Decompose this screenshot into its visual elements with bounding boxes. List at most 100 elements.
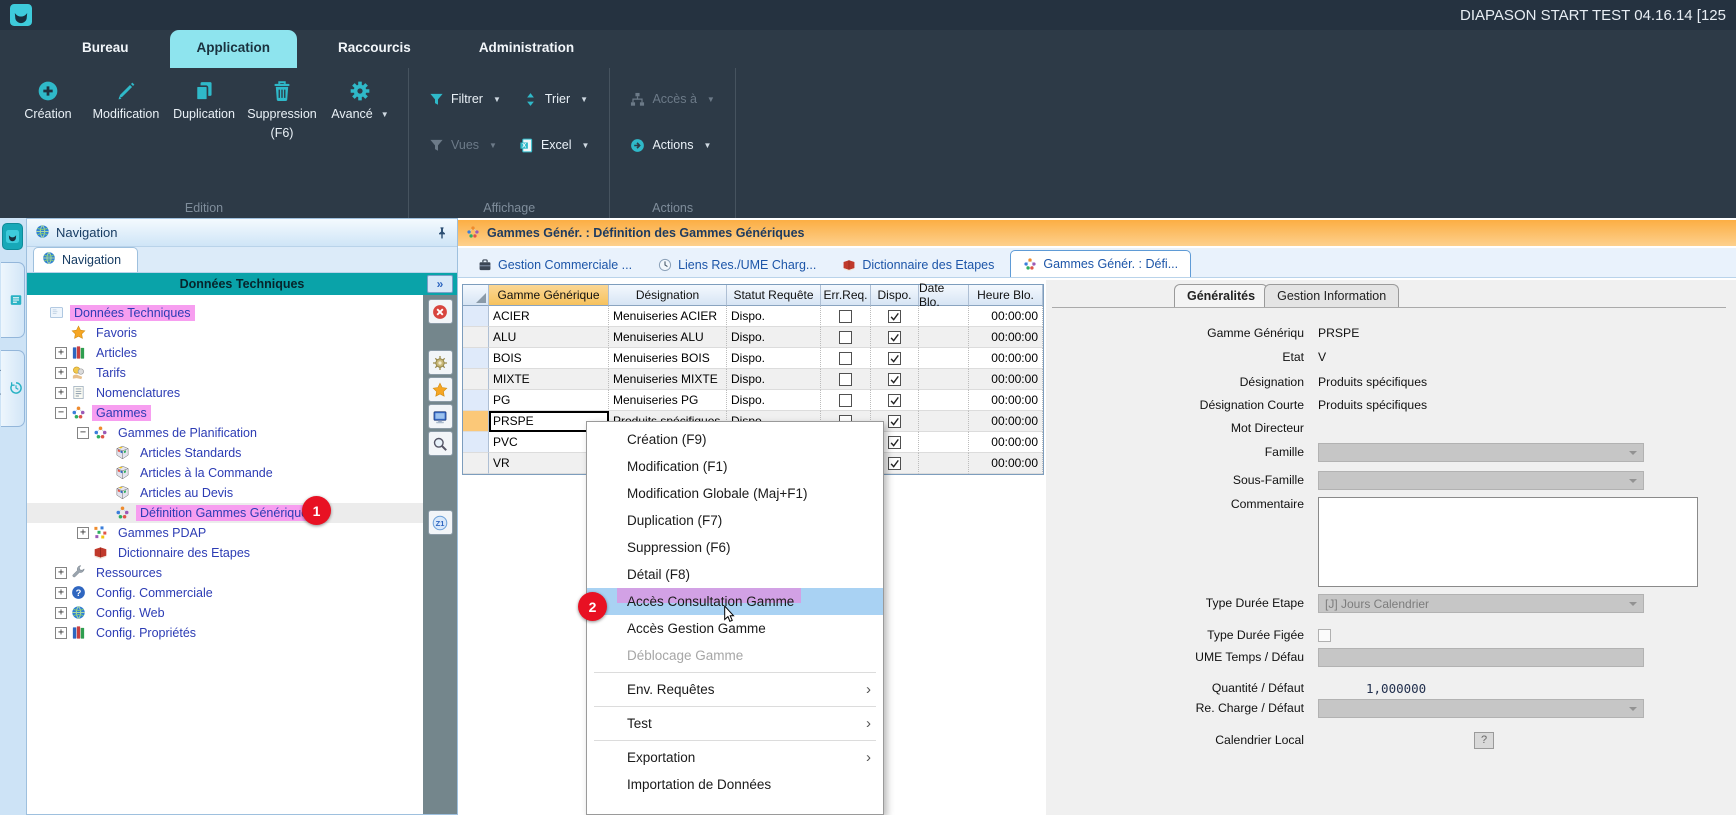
trier-button[interactable]: Trier▼ [515,86,596,112]
tree-expander[interactable]: + [55,607,67,619]
close-button[interactable] [428,299,453,324]
tree-expander[interactable]: + [55,367,67,379]
cell-heure-blo[interactable]: 00:00:00 [969,327,1043,348]
tree-expander[interactable]: + [55,387,67,399]
checkbox-checked[interactable] [888,373,901,386]
menu-item-test[interactable]: Test› [587,710,883,737]
search-button[interactable] [428,431,453,456]
tree-expander[interactable]: − [77,427,89,439]
row-selector[interactable] [463,369,489,390]
column-header-err-req[interactable]: Err.Req. [821,285,871,306]
menu-item-modification-f1[interactable]: Modification (F1) [587,453,883,480]
ribbon-tab-application[interactable]: Application [170,30,298,68]
tree-item-articles[interactable]: + Articles [27,343,423,363]
cell-statut[interactable]: Dispo. [727,348,821,369]
row-selector[interactable] [463,453,489,474]
workstation-button[interactable] [428,404,453,429]
ribbon-tab-administration[interactable]: Administration [452,30,601,68]
cell-gamme[interactable]: MIXTE [489,369,609,390]
cell-statut[interactable]: Dispo. [727,327,821,348]
type-duree-figee-checkbox[interactable] [1318,629,1331,642]
row-selector[interactable] [463,348,489,369]
tab-navigation[interactable]: Navigation [33,247,138,272]
tree-item-tarifs[interactable]: + Tarifs [27,363,423,383]
row-selector[interactable] [463,432,489,453]
commentaire-textarea[interactable] [1318,497,1698,587]
tree-item-donnees-techniques[interactable]: Données Techniques [27,303,423,323]
cell-designation[interactable]: Menuiseries MIXTE [609,369,727,390]
table-row[interactable]: ACIER Menuiseries ACIER Dispo. 00:00:00 [463,306,1043,327]
tree-item-ressources[interactable]: + Ressources [27,563,423,583]
cell-heure-blo[interactable]: 00:00:00 [969,348,1043,369]
menu-item-suppression-f6[interactable]: Suppression (F6) [587,534,883,561]
side-tab-historique[interactable]: Historique [1,350,25,426]
cell-date-blo[interactable] [919,306,969,327]
tree-item-definition-gammes-generiques[interactable]: Définition Gammes Génériques [27,503,423,523]
checkbox[interactable] [839,373,852,386]
doc-tab-dictionnaire-des-etapes[interactable]: Dictionnaire des Etapes [832,253,1004,277]
pin-icon[interactable] [435,226,449,240]
tree-expander[interactable]: + [55,347,67,359]
tree-item-favoris[interactable]: Favoris [27,323,423,343]
calendrier-local-help-button[interactable]: ? [1474,732,1494,749]
settings-button[interactable] [428,350,453,375]
table-row[interactable]: BOIS Menuiseries BOIS Dispo. 00:00:00 [463,348,1043,369]
table-row[interactable]: PG Menuiseries PG Dispo. 00:00:00 [463,390,1043,411]
doc-tab-gammes-gener-defi[interactable]: Gammes Génér. : Défi... [1010,250,1191,277]
tree-expander[interactable]: + [55,627,67,639]
detail-tab-gestion-information[interactable]: Gestion Information [1264,284,1399,307]
ume-temps-defau-input[interactable] [1318,648,1644,667]
menu-item-detail-f8[interactable]: Détail (F8) [587,561,883,588]
ribbon-tab-raccourcis[interactable]: Raccourcis [311,30,438,68]
cell-date-blo[interactable] [919,348,969,369]
actions-button[interactable]: Actions▼ [622,132,719,158]
cell-date-blo[interactable] [919,390,969,411]
avance-button[interactable]: Avancé▼ [324,68,396,140]
cell-date-blo[interactable] [919,411,969,432]
cell-gamme[interactable]: ACIER [489,306,609,327]
checkbox-checked[interactable] [888,415,901,428]
tree-item-gammes-de-planification[interactable]: − Gammes de Planification [27,423,423,443]
cell-gamme[interactable]: BOIS [489,348,609,369]
cell-date-blo[interactable] [919,432,969,453]
cell-gamme[interactable]: ALU [489,327,609,348]
cell-statut[interactable]: Dispo. [727,369,821,390]
checkbox-checked[interactable] [888,436,901,449]
table-row[interactable]: ALU Menuiseries ALU Dispo. 00:00:00 [463,327,1043,348]
tree-item-config-commerciale[interactable]: +? Config. Commerciale [27,583,423,603]
excel-button[interactable]: X Excel▼ [511,132,598,158]
menu-item-modification-globale-maj-f1[interactable]: Modification Globale (Maj+F1) [587,480,883,507]
tree-item-dictionnaire-des-etapes[interactable]: Dictionnaire des Etapes [27,543,423,563]
creation-button[interactable]: Création [12,68,84,140]
row-selector[interactable] [463,411,489,432]
cell-statut[interactable]: Dispo. [727,306,821,327]
cell-designation[interactable]: Menuiseries ACIER [609,306,727,327]
cell-heure-blo[interactable]: 00:00:00 [969,453,1043,474]
column-header-date-blo[interactable]: Date Blo. [919,285,969,306]
cell-designation[interactable]: Menuiseries BOIS [609,348,727,369]
tree-item-config-web[interactable]: + Config. Web [27,603,423,623]
select-all-header[interactable] [463,285,489,306]
famille-select[interactable] [1318,443,1644,462]
zoom-button[interactable]: Z1 [428,510,453,535]
row-selector[interactable] [463,327,489,348]
detail-tab-generalites[interactable]: Généralités [1174,284,1268,307]
tree-item-gammes-pdap[interactable]: + Gammes PDAP [27,523,423,543]
re-charge-defaut-select[interactable] [1318,699,1644,718]
tree-expander[interactable]: + [55,567,67,579]
filtrer-button[interactable]: Filtrer▼ [421,86,509,112]
expand-panel-button[interactable]: » [427,275,453,293]
ribbon-tab-bureau[interactable]: Bureau [55,30,156,68]
favorites-button[interactable] [428,377,453,402]
column-header-gamme-generique[interactable]: Gamme Générique [489,285,609,306]
cell-heure-blo[interactable]: 00:00:00 [969,411,1043,432]
cell-heure-blo[interactable]: 00:00:00 [969,369,1043,390]
suppression-button[interactable]: Suppression(F6) [246,68,318,140]
cell-date-blo[interactable] [919,327,969,348]
duplication-button[interactable]: Duplication [168,68,240,140]
side-tab-panneaux[interactable]: Panneaux [1,262,25,338]
checkbox-checked[interactable] [888,352,901,365]
cell-heure-blo[interactable]: 00:00:00 [969,306,1043,327]
cell-designation[interactable]: Menuiseries ALU [609,327,727,348]
doc-tab-liens-res-ume-charg[interactable]: Liens Res./UME Charg... [648,253,826,277]
